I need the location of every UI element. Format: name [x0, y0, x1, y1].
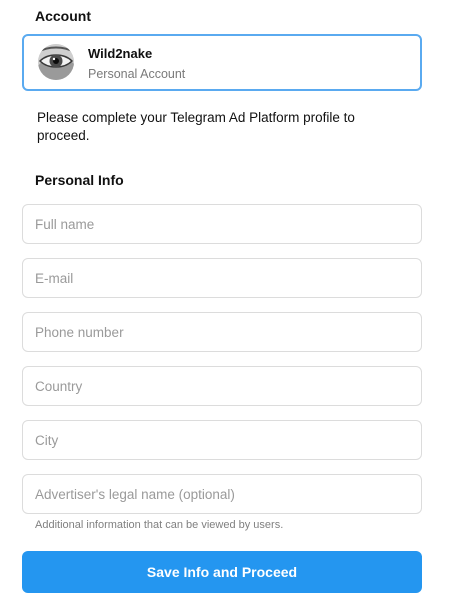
legal-name-hint: Additional information that can be viewe…	[35, 519, 284, 531]
avatar	[38, 44, 74, 80]
eye-avatar-icon	[38, 44, 74, 80]
full-name-input[interactable]	[22, 204, 422, 244]
account-section-title: Account	[35, 8, 91, 24]
email-input[interactable]	[22, 258, 422, 298]
country-input[interactable]	[22, 366, 422, 406]
profile-intro-text: Please complete your Telegram Ad Platfor…	[37, 110, 355, 143]
account-card[interactable]: Wild2nake Personal Account	[22, 34, 422, 91]
account-type: Personal Account	[88, 67, 186, 81]
personal-info-section-title: Personal Info	[35, 172, 124, 188]
legal-name-input[interactable]	[22, 474, 422, 514]
phone-input[interactable]	[22, 312, 422, 352]
profile-form-page: Account Wild2nake Personal Account Pleas…	[0, 0, 450, 606]
city-input[interactable]	[22, 420, 422, 460]
save-and-proceed-button[interactable]: Save Info and Proceed	[22, 551, 422, 593]
account-name: Wild2nake	[88, 46, 153, 61]
